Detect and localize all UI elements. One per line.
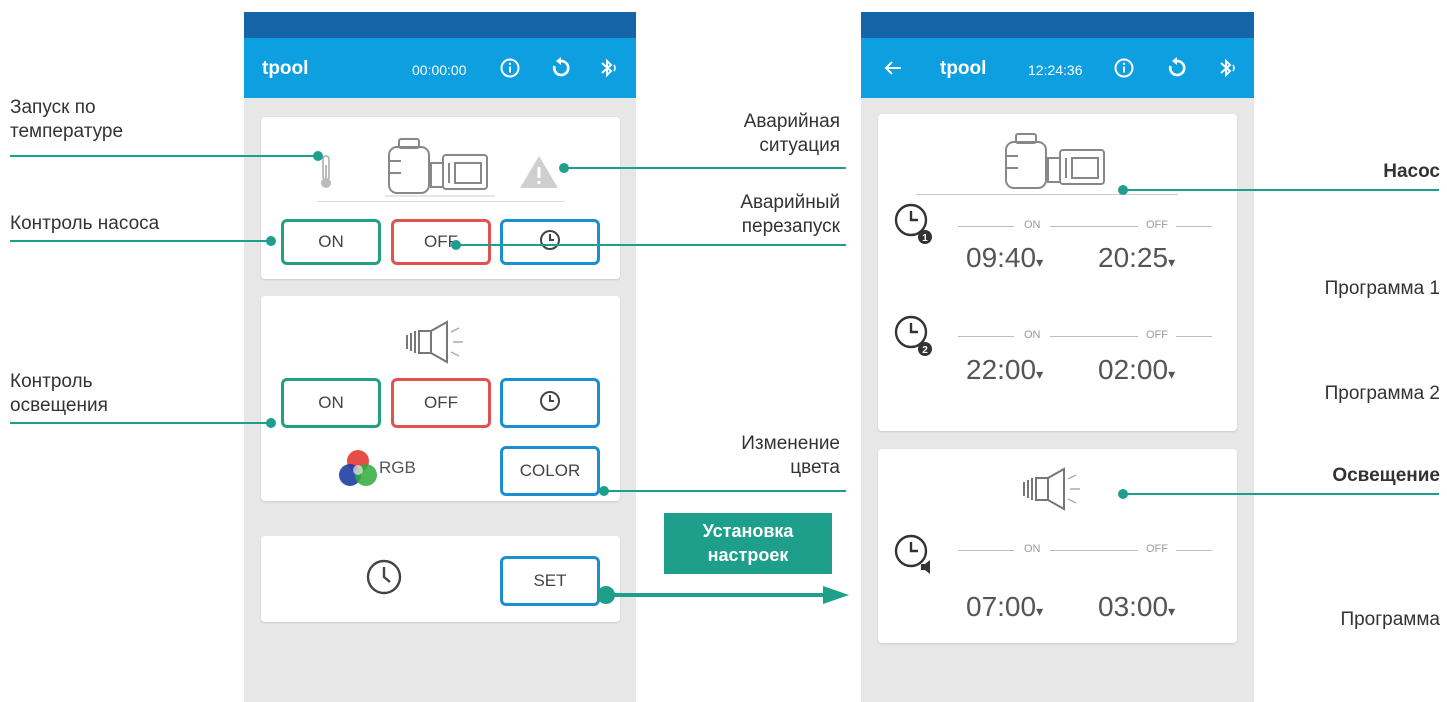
leader-dot xyxy=(599,486,609,496)
program2-clock-icon: 2 xyxy=(894,314,934,363)
leader-dot xyxy=(313,151,323,161)
clock-readout: 12:24:36 xyxy=(1028,62,1083,78)
leader-dot xyxy=(559,163,569,173)
app-bar: tpool 12:24:36 xyxy=(861,38,1254,98)
pump-schedule-card: 1 ON OFF 09:40▾ 20:25▾ 2 ON OFF 22:00▾ 0… xyxy=(878,114,1237,431)
chevron-down-icon: ▾ xyxy=(1036,603,1044,619)
pump-on-button[interactable]: ON xyxy=(281,219,381,265)
color-button[interactable]: COLOR xyxy=(500,446,600,496)
chevron-down-icon: ▾ xyxy=(1036,366,1044,382)
pump-timer-button[interactable] xyxy=(500,219,600,265)
app-title: tpool xyxy=(262,58,309,79)
light-clock-icon xyxy=(894,533,938,582)
status-bar xyxy=(861,12,1254,38)
leader-line xyxy=(455,244,846,246)
leader-line xyxy=(10,155,318,157)
chevron-down-icon: ▾ xyxy=(1168,254,1176,270)
pump-icon xyxy=(1002,130,1112,197)
svg-text:2: 2 xyxy=(922,345,928,356)
program2-off-label: OFF xyxy=(1146,329,1168,341)
annotation-pump: Насос xyxy=(1383,161,1440,182)
program1-off-time-select[interactable]: 20:25▾ xyxy=(1098,242,1175,274)
annotation-color-change: Изменение цвета xyxy=(741,433,840,478)
annotation-apply-settings: Установка настроек xyxy=(664,513,832,574)
annotation-temp-start: Запуск по температуре xyxy=(10,97,124,142)
light-on-label: ON xyxy=(1024,543,1041,555)
program2-off-time-select[interactable]: 02:00▾ xyxy=(1098,354,1175,386)
leader-dot xyxy=(266,236,276,246)
left-phone-screen: tpool 00:00:00 ON OFF ON OFF RGB COLOR S… xyxy=(244,12,636,702)
divider xyxy=(916,194,1178,195)
chevron-down-icon: ▾ xyxy=(1036,254,1044,270)
app-bar: tpool 00:00:00 xyxy=(244,38,636,98)
divider xyxy=(317,201,565,202)
bluetooth-icon[interactable] xyxy=(596,56,620,80)
leader-line xyxy=(10,240,272,242)
light-off-button[interactable]: OFF xyxy=(391,378,491,428)
info-icon[interactable] xyxy=(498,56,522,80)
program1-on-time-select[interactable]: 09:40▾ xyxy=(966,242,1043,274)
leader-line xyxy=(563,167,846,169)
back-arrow-icon[interactable] xyxy=(881,56,905,80)
annotation-program1: Программа 1 xyxy=(1324,278,1440,299)
light-off-label: OFF xyxy=(1146,543,1168,555)
clock-icon xyxy=(365,558,403,601)
program1-clock-icon: 1 xyxy=(894,202,934,251)
leader-dot xyxy=(266,418,276,428)
light-timer-button[interactable] xyxy=(500,378,600,428)
pump-icon xyxy=(385,135,495,202)
leader-line xyxy=(1123,493,1439,495)
clock-icon xyxy=(538,389,562,418)
info-icon[interactable] xyxy=(1112,56,1136,80)
leader-dot xyxy=(1118,489,1128,499)
pump-control-card: ON OFF xyxy=(261,117,620,279)
program1-off-label: OFF xyxy=(1146,219,1168,231)
rgb-icon xyxy=(335,446,381,497)
chevron-down-icon: ▾ xyxy=(1168,366,1176,382)
annotation-emergency: Аварийная ситуация xyxy=(743,111,840,156)
apply-arrow xyxy=(597,584,851,611)
speaker-icon xyxy=(401,320,481,369)
leader-dot xyxy=(451,240,461,250)
pump-off-button[interactable]: OFF xyxy=(391,219,491,265)
app-title: tpool xyxy=(940,58,987,79)
light-off-time-select[interactable]: 03:00▾ xyxy=(1098,591,1175,623)
clock-icon xyxy=(538,228,562,257)
bluetooth-icon[interactable] xyxy=(1215,56,1239,80)
timer-readout: 00:00:00 xyxy=(412,62,467,78)
thermometer-icon xyxy=(319,155,333,194)
program1-on-label: ON xyxy=(1024,219,1041,231)
program2-on-label: ON xyxy=(1024,329,1041,341)
set-button[interactable]: SET xyxy=(500,556,600,606)
light-on-time-select[interactable]: 07:00▾ xyxy=(966,591,1043,623)
light-on-button[interactable]: ON xyxy=(281,378,381,428)
leader-dot xyxy=(1118,185,1128,195)
right-phone-screen: tpool 12:24:36 1 ON OFF 09:40▾ 20:25▾ 2 … xyxy=(861,12,1254,702)
leader-line xyxy=(1123,189,1439,191)
program2-on-time-select[interactable]: 22:00▾ xyxy=(966,354,1043,386)
speaker-icon xyxy=(1018,467,1098,516)
annotation-lighting: Освещение xyxy=(1332,465,1440,486)
light-schedule-card: ON OFF 07:00▾ 03:00▾ xyxy=(878,449,1237,643)
leader-line xyxy=(604,490,846,492)
chevron-down-icon: ▾ xyxy=(1168,603,1176,619)
annotation-pump-control: Контроль насоса xyxy=(10,213,160,234)
annotation-program2: Программа 2 xyxy=(1324,383,1440,404)
annotation-light-control: Контроль освещения xyxy=(10,371,108,416)
annotation-program: Программа xyxy=(1340,609,1440,630)
svg-text:1: 1 xyxy=(922,233,928,244)
status-bar xyxy=(244,12,636,38)
settings-card: SET xyxy=(261,536,620,622)
light-control-card: ON OFF RGB COLOR xyxy=(261,296,620,501)
rgb-label: RGB xyxy=(379,458,416,477)
refresh-icon[interactable] xyxy=(1165,56,1189,80)
refresh-icon[interactable] xyxy=(549,56,573,80)
leader-line xyxy=(10,422,272,424)
warning-icon xyxy=(519,155,559,194)
annotation-emergency-restart: Аварийный перезапуск xyxy=(740,192,840,237)
